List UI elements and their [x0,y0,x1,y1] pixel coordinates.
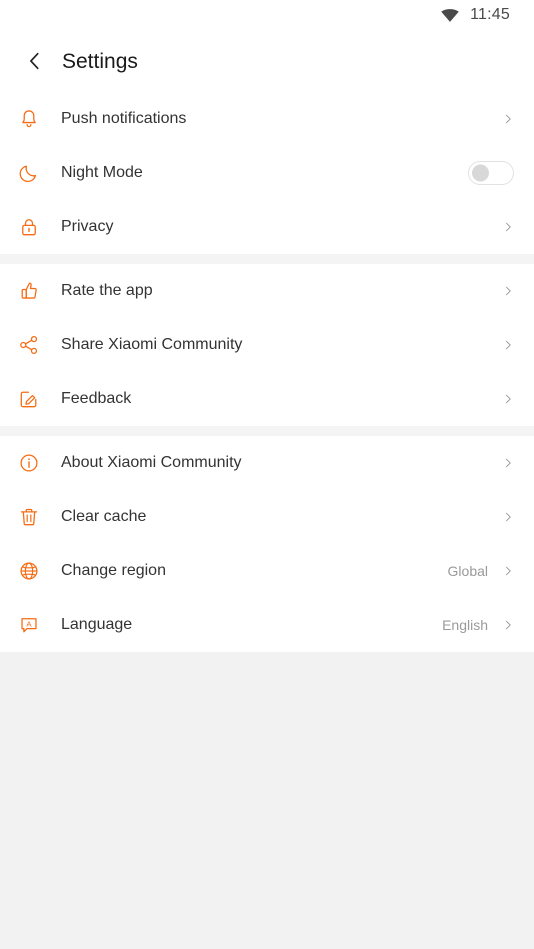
settings-row-value: English [442,617,488,633]
wifi-icon [439,4,461,26]
lock-icon [16,214,42,240]
chevron-right-icon [502,615,514,635]
settings-row-value: Global [447,563,488,579]
toggle-knob [472,164,489,182]
settings-row-clear-cache[interactable]: Clear cache [0,490,534,544]
page-header: Settings [0,30,534,92]
chevron-right-icon [502,109,514,129]
settings-row-rate-the-app[interactable]: Rate the app [0,264,534,318]
chevron-right-icon [502,217,514,237]
page-title: Settings [62,49,138,73]
settings-row-about-xiaomi-community[interactable]: About Xiaomi Community [0,436,534,490]
group-divider [0,426,534,436]
info-circle-icon [16,450,42,476]
svg-text:A: A [26,619,32,628]
settings-row-label: Feedback [61,390,132,407]
settings-row-label: About Xiaomi Community [61,454,242,471]
night-mode-toggle[interactable] [468,161,514,185]
chevron-right-icon [502,507,514,527]
status-bar-right: 11:45 [439,4,510,26]
settings-row-label: Change region [61,562,166,579]
share-icon [16,332,42,358]
chevron-right-icon [502,335,514,355]
settings-row-share-xiaomi-community[interactable]: Share Xiaomi Community [0,318,534,372]
settings-row-language[interactable]: A Language English [0,598,534,652]
settings-row-label: Push notifications [61,110,187,127]
settings-row-label: Clear cache [61,508,147,525]
chevron-right-icon [502,453,514,473]
settings-group-general: About Xiaomi Community Clear cache Chang… [0,436,534,652]
settings-row-label: Share Xiaomi Community [61,336,243,353]
empty-area [0,652,534,949]
settings-row-feedback[interactable]: Feedback [0,372,534,426]
back-button[interactable] [20,46,50,76]
settings-row-change-region[interactable]: Change region Global [0,544,534,598]
settings-list: Push notifications Night Mode Privacy Ra… [0,92,534,652]
settings-screen: 11:45 Settings Push notifications Night … [0,0,534,949]
settings-row-privacy[interactable]: Privacy [0,200,534,254]
thumbs-up-icon [16,278,42,304]
settings-group-engagement: Rate the app Share Xiaomi Community Feed… [0,264,534,426]
settings-row-push-notifications[interactable]: Push notifications [0,92,534,146]
status-time: 11:45 [470,6,510,23]
moon-icon [16,160,42,186]
status-bar: 11:45 [0,0,534,30]
settings-group-preferences: Push notifications Night Mode Privacy [0,92,534,254]
bell-icon [16,106,42,132]
group-divider [0,254,534,264]
trash-icon [16,504,42,530]
settings-row-label: Language [61,616,133,633]
edit-square-icon [16,386,42,412]
settings-row-night-mode[interactable]: Night Mode [0,146,534,200]
language-bubble-icon: A [16,612,42,638]
settings-row-label: Night Mode [61,164,143,181]
settings-row-label: Rate the app [61,282,153,299]
chevron-right-icon [502,281,514,301]
chevron-right-icon [502,561,514,581]
settings-row-label: Privacy [61,218,114,235]
globe-icon [16,558,42,584]
chevron-right-icon [502,389,514,409]
